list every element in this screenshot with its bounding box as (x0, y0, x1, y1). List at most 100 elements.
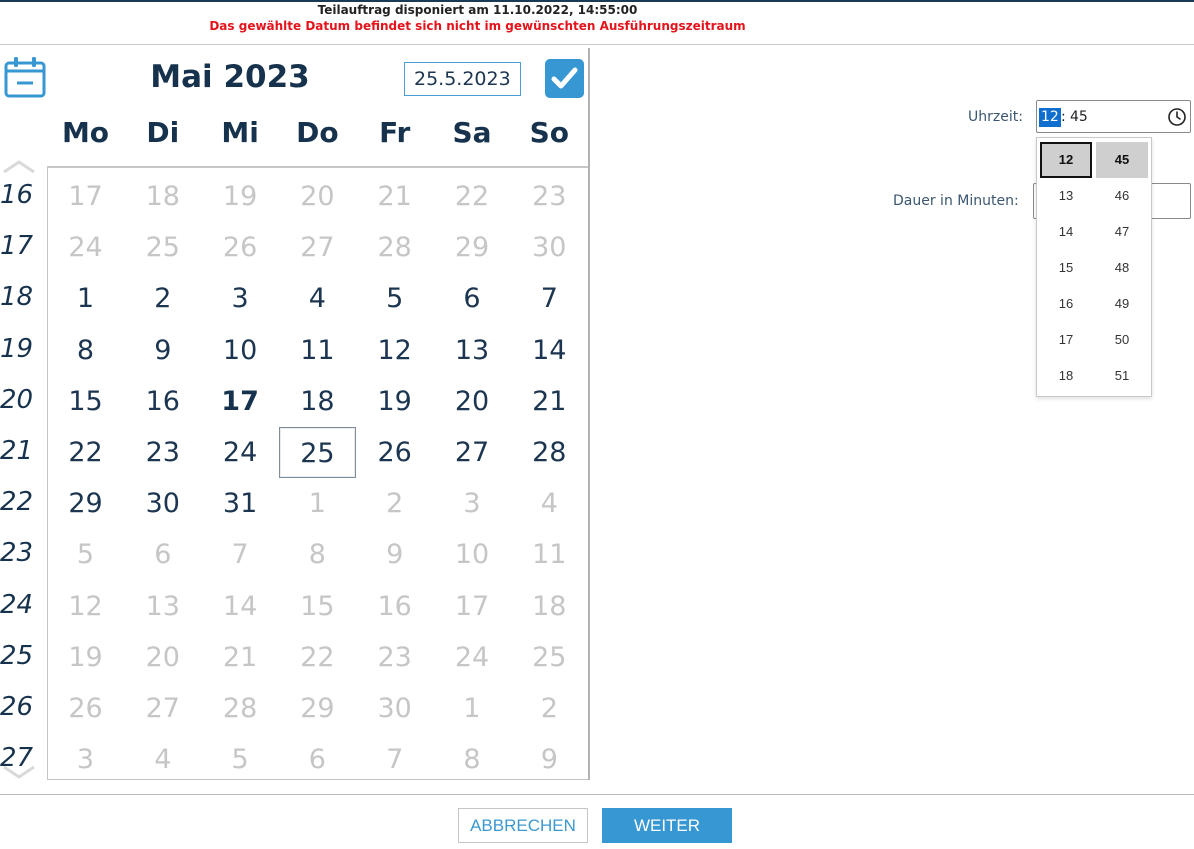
day-cell-today[interactable]: 17 (202, 376, 279, 427)
day-cell[interactable]: 3 (202, 273, 279, 324)
day-cell[interactable]: 14 (202, 581, 279, 632)
day-cell[interactable]: 30 (124, 478, 201, 529)
day-cell[interactable]: 14 (511, 325, 588, 376)
day-cell-selected[interactable]: 25 (278, 427, 356, 478)
day-cell[interactable]: 30 (511, 222, 588, 273)
day-cell[interactable]: 24 (434, 632, 511, 683)
day-cell[interactable]: 16 (124, 376, 201, 427)
day-cell[interactable]: 6 (124, 529, 201, 580)
day-cell[interactable]: 26 (356, 427, 433, 478)
day-cell[interactable]: 30 (356, 683, 433, 734)
day-cell[interactable]: 6 (279, 734, 356, 785)
day-cell[interactable]: 12 (47, 581, 124, 632)
day-cell[interactable]: 23 (511, 171, 588, 222)
day-cell[interactable]: 18 (124, 171, 201, 222)
month-title[interactable]: Mai 2023 (130, 59, 330, 95)
day-cell[interactable]: 22 (279, 632, 356, 683)
day-cell[interactable]: 21 (356, 171, 433, 222)
day-cell[interactable]: 9 (356, 529, 433, 580)
day-cell[interactable]: 15 (47, 376, 124, 427)
calendar-icon[interactable] (3, 55, 47, 99)
day-cell[interactable]: 2 (511, 683, 588, 734)
day-cell[interactable]: 7 (356, 734, 433, 785)
day-cell[interactable]: 7 (202, 529, 279, 580)
minute-option[interactable]: 49 (1096, 286, 1148, 322)
day-cell[interactable]: 18 (279, 376, 356, 427)
day-cell[interactable]: 10 (434, 529, 511, 580)
day-cell[interactable]: 6 (434, 273, 511, 324)
hour-option[interactable]: 15 (1040, 250, 1092, 286)
day-cell[interactable]: 1 (47, 273, 124, 324)
day-cell[interactable]: 24 (202, 427, 279, 478)
day-cell[interactable]: 24 (47, 222, 124, 273)
day-cell[interactable]: 1 (279, 478, 356, 529)
day-cell[interactable]: 21 (202, 632, 279, 683)
day-cell[interactable]: 21 (511, 376, 588, 427)
day-cell[interactable]: 12 (356, 325, 433, 376)
hour-option[interactable]: 16 (1040, 286, 1092, 322)
date-input[interactable] (404, 62, 521, 96)
day-cell[interactable]: 9 (124, 325, 201, 376)
day-cell[interactable]: 4 (279, 273, 356, 324)
day-cell[interactable]: 8 (279, 529, 356, 580)
time-minute-field[interactable]: 45 (1070, 108, 1088, 127)
day-cell[interactable]: 23 (124, 427, 201, 478)
day-cell[interactable]: 29 (279, 683, 356, 734)
chevron-up-icon[interactable] (2, 160, 36, 174)
hour-option[interactable]: 14 (1040, 214, 1092, 250)
day-cell[interactable]: 29 (47, 478, 124, 529)
day-cell[interactable]: 18 (511, 581, 588, 632)
day-cell[interactable]: 28 (356, 222, 433, 273)
minute-option[interactable]: 45 (1096, 142, 1148, 178)
day-cell[interactable]: 19 (47, 632, 124, 683)
day-cell[interactable]: 19 (202, 171, 279, 222)
day-cell[interactable]: 20 (279, 171, 356, 222)
day-cell[interactable]: 9 (511, 734, 588, 785)
minute-option[interactable]: 48 (1096, 250, 1148, 286)
day-cell[interactable]: 25 (124, 222, 201, 273)
minute-option[interactable]: 50 (1096, 322, 1148, 358)
hour-option[interactable]: 17 (1040, 322, 1092, 358)
day-cell[interactable]: 4 (511, 478, 588, 529)
day-cell[interactable]: 22 (47, 427, 124, 478)
checkmark-icon[interactable] (545, 59, 584, 98)
day-cell[interactable]: 20 (434, 376, 511, 427)
day-cell[interactable]: 13 (124, 581, 201, 632)
day-cell[interactable]: 5 (47, 529, 124, 580)
day-cell[interactable]: 17 (434, 581, 511, 632)
day-cell[interactable]: 4 (124, 734, 201, 785)
day-cell[interactable]: 27 (279, 222, 356, 273)
day-cell[interactable]: 28 (511, 427, 588, 478)
minute-option[interactable]: 47 (1096, 214, 1148, 250)
day-cell[interactable]: 27 (124, 683, 201, 734)
day-cell[interactable]: 10 (202, 325, 279, 376)
day-cell[interactable]: 5 (356, 273, 433, 324)
day-cell[interactable]: 19 (356, 376, 433, 427)
minute-option[interactable]: 51 (1096, 358, 1148, 394)
day-cell[interactable]: 3 (434, 478, 511, 529)
time-hour-field[interactable]: 12 (1039, 108, 1061, 127)
day-cell[interactable]: 3 (47, 734, 124, 785)
day-cell[interactable]: 11 (511, 529, 588, 580)
next-button[interactable]: WEITER (602, 808, 732, 843)
day-cell[interactable]: 1 (434, 683, 511, 734)
hour-option[interactable]: 13 (1040, 178, 1092, 214)
day-cell[interactable]: 5 (202, 734, 279, 785)
day-cell[interactable]: 23 (356, 632, 433, 683)
day-cell[interactable]: 2 (124, 273, 201, 324)
clock-icon[interactable] (1167, 107, 1187, 127)
day-cell[interactable]: 31 (202, 478, 279, 529)
day-cell[interactable]: 8 (434, 734, 511, 785)
day-cell[interactable]: 28 (202, 683, 279, 734)
hour-option[interactable]: 12 (1040, 142, 1092, 178)
day-cell[interactable]: 29 (434, 222, 511, 273)
day-cell[interactable]: 25 (511, 632, 588, 683)
day-cell[interactable]: 16 (356, 581, 433, 632)
day-cell[interactable]: 11 (279, 325, 356, 376)
cancel-button[interactable]: ABBRECHEN (458, 808, 588, 843)
day-cell[interactable]: 2 (356, 478, 433, 529)
day-cell[interactable]: 15 (279, 581, 356, 632)
time-input[interactable]: 12 : 45 (1036, 100, 1191, 133)
day-cell[interactable]: 22 (434, 171, 511, 222)
day-cell[interactable]: 26 (47, 683, 124, 734)
